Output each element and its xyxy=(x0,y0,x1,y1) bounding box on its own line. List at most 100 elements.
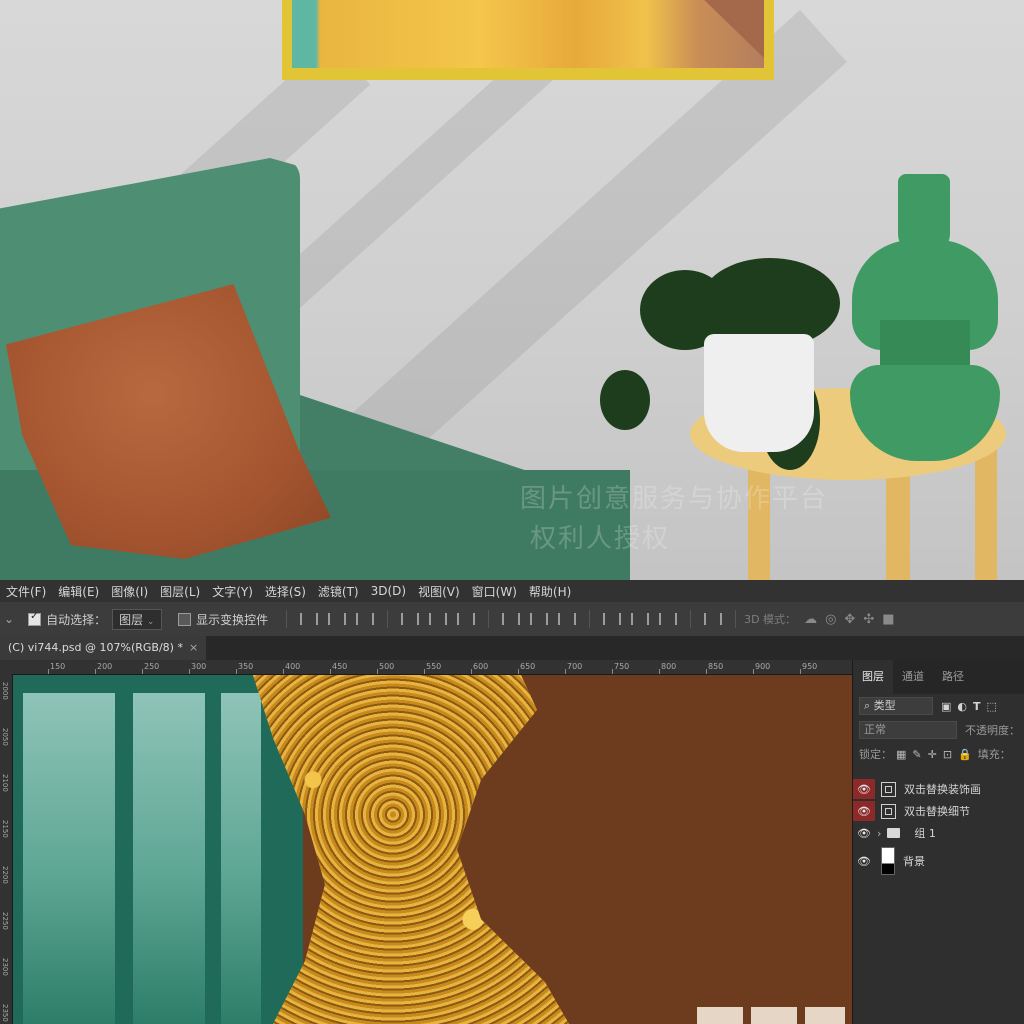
layer-row[interactable]: 👁 双击替换细节 xyxy=(853,800,1024,822)
visibility-eye-icon[interactable]: 👁 xyxy=(853,823,875,843)
align-right-icon[interactable] xyxy=(457,613,476,625)
ruler-tick xyxy=(330,669,331,674)
distribute-right-icon[interactable] xyxy=(659,613,678,625)
ruler-tick-label: 950 xyxy=(802,662,818,671)
align-top-icon[interactable] xyxy=(300,613,319,625)
menu-edit[interactable]: 编辑(E) xyxy=(58,583,99,600)
align-bottom-icon[interactable] xyxy=(356,613,375,625)
ruler-tick xyxy=(471,669,472,674)
tool-preset-chevron-icon[interactable]: ⌄ xyxy=(4,612,14,626)
auto-select-dropdown[interactable]: 图层 ⌄ xyxy=(112,608,163,630)
tab-channels[interactable]: 通道 xyxy=(893,660,933,694)
horizontal-ruler[interactable]: 150 200 250 300 350 400 450 500 550 600 650 700 750 8… xyxy=(12,660,852,675)
ruler-tick xyxy=(424,669,425,674)
filter-adjustment-icon[interactable]: ◐ xyxy=(957,700,967,713)
canvas-tile xyxy=(805,1007,845,1024)
document-tab[interactable]: (C) vi744.psd @ 107%(RGB/8) * × xyxy=(0,636,207,660)
3d-mode-label: 3D 模式： xyxy=(744,613,797,626)
ruler-tick-label: 600 xyxy=(473,662,489,671)
ruler-tick-label: 550 xyxy=(426,662,442,671)
ruler-tick xyxy=(800,669,801,674)
lock-artboard-icon[interactable]: ⊡ xyxy=(943,748,952,761)
layer-filter-dropdown[interactable]: ⌕ 类型 xyxy=(859,697,933,715)
menu-image[interactable]: 图像(I) xyxy=(111,583,148,600)
ruler-tick-label: 500 xyxy=(379,662,395,671)
smart-object-icon xyxy=(881,803,896,819)
distribute-bottom-icon[interactable] xyxy=(558,613,577,625)
lock-position-icon[interactable]: ✛ xyxy=(928,748,937,761)
divider xyxy=(286,610,288,628)
tab-layers[interactable]: 图层 xyxy=(853,660,893,694)
ruler-tick-label: 2050 xyxy=(1,728,9,746)
align-left-icon[interactable] xyxy=(401,613,420,625)
menu-3d[interactable]: 3D(D) xyxy=(371,584,406,598)
3d-orbit-icon[interactable]: ☁ xyxy=(804,612,817,627)
menu-type[interactable]: 文字(Y) xyxy=(212,583,253,600)
blend-row: 正常 不透明度： xyxy=(853,718,1024,742)
lock-paint-icon[interactable]: ✎ xyxy=(912,748,921,761)
vertical-ruler[interactable]: 2000 2050 2100 2150 2200 2250 2300 2350 xyxy=(0,674,13,1024)
ruler-tick-label: 300 xyxy=(191,662,207,671)
auto-select-value: 图层 xyxy=(119,612,144,627)
distribute-hcenter-icon[interactable] xyxy=(631,613,650,625)
opacity-label: 不透明度： xyxy=(965,724,1020,737)
ruler-tick-label: 700 xyxy=(567,662,583,671)
lock-row: 锁定： ▦ ✎ ✛ ⊡ 🔒 填充： xyxy=(853,742,1024,766)
plant-pot xyxy=(704,334,814,452)
menu-file[interactable]: 文件(F) xyxy=(6,583,46,600)
distribute-top-icon[interactable] xyxy=(502,613,521,625)
visibility-eye-icon[interactable]: 👁 xyxy=(853,801,875,821)
blend-mode-dropdown[interactable]: 正常 xyxy=(859,721,957,739)
ruler-tick-label: 2100 xyxy=(1,774,9,792)
layer-row[interactable]: 👁 双击替换装饰画 xyxy=(853,778,1024,800)
tab-paths[interactable]: 路径 xyxy=(933,660,973,694)
expand-chevron-icon[interactable]: › xyxy=(877,827,881,840)
menu-layer[interactable]: 图层(L) xyxy=(160,583,200,600)
divider xyxy=(488,610,490,628)
3d-pan-icon[interactable]: ✥ xyxy=(844,612,855,627)
menu-select[interactable]: 选择(S) xyxy=(265,583,306,600)
distribute-vcenter-icon[interactable] xyxy=(530,613,549,625)
ruler-tick xyxy=(48,669,49,674)
layer-name: 双击替换细节 xyxy=(904,805,970,818)
lock-all-icon[interactable]: 🔒 xyxy=(958,748,972,761)
picture-frame xyxy=(282,0,774,80)
auto-select-checkbox[interactable] xyxy=(28,611,42,626)
layer-row[interactable]: 👁 › 组 1 xyxy=(853,822,1024,844)
document-canvas[interactable] xyxy=(13,675,852,1024)
close-tab-icon[interactable]: × xyxy=(189,641,198,654)
ruler-tick xyxy=(612,669,613,674)
show-transform-checkbox[interactable] xyxy=(178,612,192,626)
align-hcenter-icon[interactable] xyxy=(429,613,448,625)
ruler-tick-label: 2250 xyxy=(1,912,9,930)
3d-camera-icon[interactable]: ■ xyxy=(882,612,894,627)
ruler-tick xyxy=(236,669,237,674)
align-vcenter-icon[interactable] xyxy=(328,613,347,625)
layer-row[interactable]: 👁 背景 xyxy=(853,844,1024,878)
ruler-tick-label: 2200 xyxy=(1,866,9,884)
filter-shape-icon[interactable]: ⬚ xyxy=(987,700,997,713)
menu-filter[interactable]: 滤镜(T) xyxy=(318,583,359,600)
menu-bar: 文件(F) 编辑(E) 图像(I) 图层(L) 文字(Y) 选择(S) 滤镜(T… xyxy=(0,580,1024,602)
filter-type-icon[interactable]: T xyxy=(973,700,981,713)
ruler-corner[interactable] xyxy=(0,660,12,674)
smart-object-icon xyxy=(881,781,896,797)
auto-align-icon[interactable] xyxy=(704,613,723,625)
framed-artwork xyxy=(292,0,764,68)
3d-slide-icon[interactable]: ✣ xyxy=(863,612,874,627)
divider xyxy=(589,610,591,628)
ruler-tick xyxy=(659,669,660,674)
distribute-left-icon[interactable] xyxy=(603,613,622,625)
lock-pixels-icon[interactable]: ▦ xyxy=(896,748,906,761)
filter-pixel-icon[interactable]: ▣ xyxy=(941,700,951,713)
visibility-eye-icon[interactable]: 👁 xyxy=(853,779,875,799)
menu-view[interactable]: 视图(V) xyxy=(418,583,460,600)
ruler-tick-label: 450 xyxy=(332,662,348,671)
canvas-green-panel xyxy=(23,693,115,1024)
visibility-eye-icon[interactable]: 👁 xyxy=(853,851,875,871)
3d-roll-icon[interactable]: ◎ xyxy=(825,612,836,627)
ruler-tick-label: 250 xyxy=(144,662,160,671)
menu-help[interactable]: 帮助(H) xyxy=(529,583,571,600)
menu-window[interactable]: 窗口(W) xyxy=(472,583,517,600)
layer-name: 组 1 xyxy=(914,827,936,840)
